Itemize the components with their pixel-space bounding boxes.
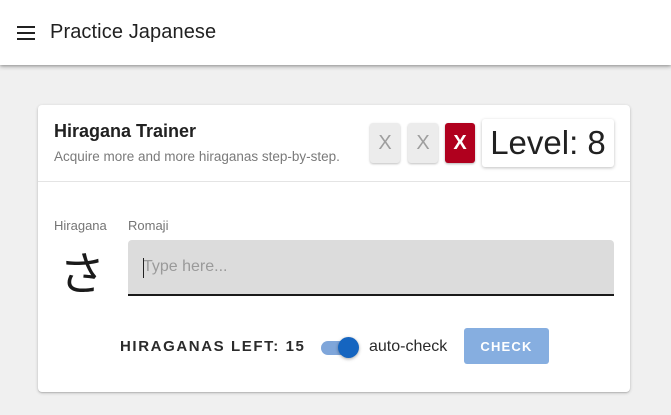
check-button[interactable]: CHECK — [464, 328, 549, 364]
hiraganas-left-count: HIRAGANAS LEFT: 15 — [120, 338, 306, 355]
mistake-indicator-2[interactable]: X — [408, 123, 438, 163]
romaji-label: Romaji — [128, 218, 169, 233]
card-header: Hiragana Trainer Acquire more and more h… — [38, 105, 630, 182]
romaji-input[interactable] — [128, 240, 614, 294]
hiragana-trainer-card: Hiragana Trainer Acquire more and more h… — [38, 105, 630, 392]
mistake-indicator-3[interactable]: X — [445, 123, 475, 163]
menu-icon — [17, 25, 35, 40]
romaji-field[interactable] — [128, 240, 614, 296]
menu-button[interactable] — [15, 22, 37, 44]
auto-check-label: auto-check — [369, 338, 448, 355]
app-title: Practice Japanese — [50, 21, 217, 43]
current-hiragana: さ — [59, 247, 105, 301]
mistake-indicator-1[interactable]: X — [370, 123, 400, 163]
trainer-footer: HIRAGANAS LEFT: 15 auto-check CHECK — [38, 328, 630, 364]
toggle-thumb[interactable] — [338, 337, 359, 358]
auto-check-toggle[interactable] — [321, 337, 359, 358]
hiragana-label: Hiragana — [54, 218, 107, 233]
level-display: Level: 8 — [482, 119, 614, 167]
text-caret — [143, 258, 144, 278]
app-bar: Practice Japanese — [0, 0, 671, 65]
card-subtitle: Acquire more and more hiraganas step-by-… — [54, 149, 340, 164]
card-title: Hiragana Trainer — [54, 121, 197, 141]
